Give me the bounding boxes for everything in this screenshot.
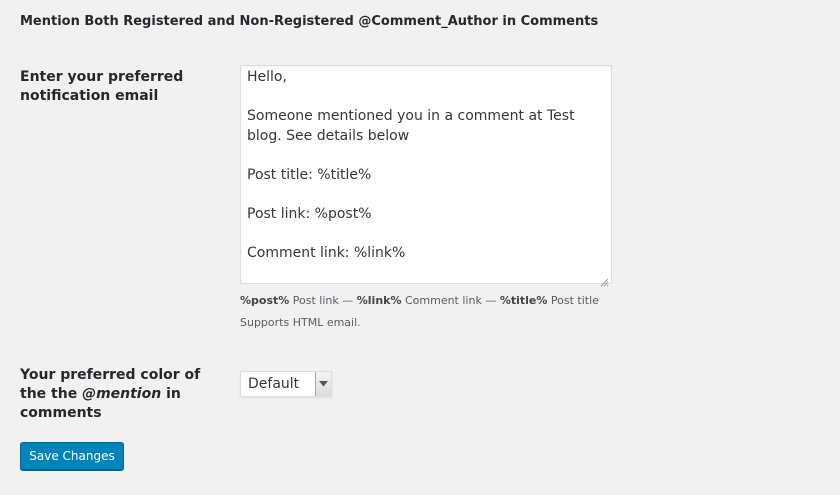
color-select-value: Default [248, 376, 300, 392]
email-template-content[interactable]: Hello, Someone mentioned you in a commen… [247, 68, 603, 263]
color-label-mention: @mention [82, 386, 162, 402]
textarea-line: Comment link: %link% [247, 244, 406, 261]
token-description: %post% Post link — %link% Comment link —… [240, 294, 599, 307]
token-separator: — [338, 294, 357, 307]
textarea-line: Hello, [247, 69, 287, 85]
email-template-textarea[interactable]: Hello, Someone mentioned you in a commen… [240, 65, 612, 287]
html-support-note: Supports HTML email. [240, 316, 361, 329]
save-changes-button[interactable]: Save Changes [20, 442, 124, 470]
color-select[interactable]: Default [240, 371, 332, 397]
token-post-text: Post link [289, 294, 339, 307]
token-post: %post% [240, 294, 290, 307]
chevron-down-icon [319, 381, 328, 387]
color-label: Your preferred color of the the @mention… [20, 366, 220, 423]
textarea-line: Someone mentioned you in a comment at Te… [247, 108, 575, 144]
section-title: Mention Both Registered and Non-Register… [20, 14, 599, 29]
token-title-text: Post title [547, 294, 599, 307]
dropdown-arrow[interactable] [315, 372, 331, 396]
token-separator: — [481, 294, 500, 307]
token-title: %title% [499, 294, 548, 307]
token-link-text: Comment link [401, 294, 482, 307]
textarea-line: Post title: %title% [247, 166, 372, 183]
resize-handle-icon[interactable] [600, 272, 609, 287]
email-label: Enter your preferred notification email [20, 69, 184, 104]
token-link: %link% [356, 294, 402, 307]
textarea-line: Post link: %post% [247, 205, 372, 222]
